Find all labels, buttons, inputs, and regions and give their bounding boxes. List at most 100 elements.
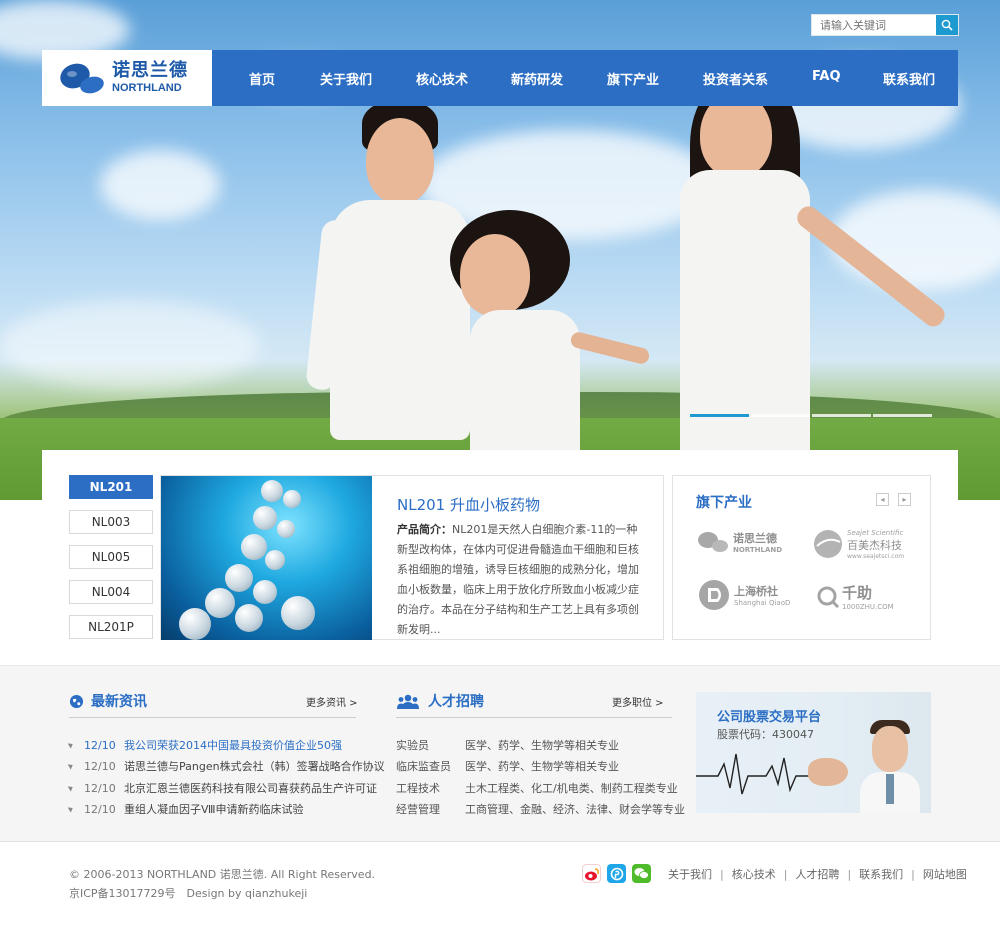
slider-dot-2[interactable]	[751, 414, 810, 417]
search-button[interactable]	[936, 15, 958, 35]
job-requirement: 工商管理、金融、经济、法律、财会学等专业	[465, 803, 685, 816]
pengyou-icon	[610, 867, 623, 880]
footer-link-careers[interactable]: 人才招聘	[795, 868, 839, 881]
news-item[interactable]: 12/10 重组人凝血因子Ⅷ申请新药临床试验	[67, 801, 304, 817]
brand-qianzhu-cn: 千助	[842, 584, 873, 602]
search-box	[811, 14, 959, 36]
slider-indicators	[690, 414, 932, 417]
tab-nl004[interactable]: NL004	[69, 580, 153, 604]
brands-next-button[interactable]: ▸	[898, 493, 911, 506]
tab-nl005[interactable]: NL005	[69, 545, 153, 569]
news-item[interactable]: 12/10 诺思兰德与Pangen株式会社（韩）签署战略合作协议	[67, 758, 385, 774]
slider-dot-3[interactable]	[812, 414, 871, 417]
job-requirement: 医学、药学、生物学等相关专业	[465, 739, 619, 752]
site-logo[interactable]: 诺思兰德 NORTHLAND	[42, 50, 212, 106]
bullet-icon	[67, 784, 75, 792]
nav-home[interactable]: 首页	[249, 69, 275, 88]
news-text[interactable]: 诺思兰德与Pangen株式会社（韩）签署战略合作协议	[124, 758, 385, 774]
brand-seajet-cn: 百美杰科技	[847, 538, 902, 552]
stock-title: 公司股票交易平台	[717, 710, 822, 725]
businessman-photo	[860, 720, 920, 813]
news-date: 12/10	[84, 738, 116, 752]
feature-description: 产品简介：NL201是天然人白细胞介素-11的一种新型改构体，在体内可促进骨髓造…	[397, 520, 647, 640]
woman-figure	[640, 70, 980, 470]
jobs-section-title: 人才招聘	[397, 691, 484, 711]
brand-northland[interactable]: 诺思兰德 NORTHLAND	[696, 530, 782, 554]
footer-link-sitemap[interactable]: 网站地图	[923, 868, 967, 881]
slider-dot-1[interactable]	[690, 414, 749, 417]
job-role: 工程技术	[396, 782, 440, 795]
news-more-link[interactable]: 更多资讯 >	[306, 694, 358, 709]
brands-panel: 旗下产业 ◂ ▸ 诺思兰德 NORTHLAND Seajet Scientifi…	[672, 475, 931, 640]
news-text[interactable]: 重组人凝血因子Ⅷ申请新药临床试验	[124, 801, 304, 817]
brands-prev-button[interactable]: ◂	[876, 493, 889, 506]
bullet-icon	[67, 762, 75, 770]
pengyou-button[interactable]	[607, 864, 626, 883]
news-text[interactable]: 北京汇恩兰德医药科技有限公司喜获药品生产许可证	[124, 780, 377, 796]
copyright-text: © 2006-2013 NORTHLAND 诺思兰德. All Right Re…	[69, 868, 376, 881]
dna-image[interactable]	[161, 476, 372, 640]
news-item[interactable]: 12/10 北京汇恩兰德医药科技有限公司喜获药品生产许可证	[67, 780, 377, 796]
wechat-icon	[634, 868, 649, 879]
qiaoshe-logo-icon	[699, 580, 729, 610]
child-figure	[440, 210, 660, 470]
brand-seajet-url: www.seajetsci.com	[847, 552, 905, 560]
main-nav: 首页 关于我们 核心技术 新药研发 旗下产业 投资者关系 FAQ 联系我们	[212, 50, 958, 106]
tab-nl201p[interactable]: NL201P	[69, 615, 153, 639]
nav-faq[interactable]: FAQ	[812, 69, 841, 84]
people-icon	[397, 694, 419, 709]
feature-desc-text: NL201是天然人白细胞介素-11的一种新型改构体，在体内可促进骨髓造血干细胞和…	[397, 523, 639, 636]
news-date: 12/10	[84, 781, 116, 795]
search-icon	[941, 19, 953, 31]
stock-platform-banner[interactable]: 公司股票交易平台 股票代码：430047	[696, 692, 931, 813]
nav-technology[interactable]: 核心技术	[416, 69, 468, 88]
feature-title[interactable]: NL201 升血小板药物	[397, 494, 540, 515]
icp-text: 京ICP备13017729号 Design by qianzhukeji	[69, 887, 308, 900]
jobs-title: 人才招聘	[428, 694, 484, 710]
nav-industries[interactable]: 旗下产业	[607, 69, 659, 88]
jobs-divider	[396, 717, 672, 718]
news-item[interactable]: 12/10 我公司荣获2014中国最具投资价值企业50强	[67, 737, 342, 753]
logo-en-text: NORTHLAND	[112, 82, 182, 94]
job-role: 实验员	[396, 739, 429, 752]
nav-investors[interactable]: 投资者关系	[703, 69, 768, 88]
job-row[interactable]: 实验员 医学、药学、生物学等相关专业	[396, 737, 619, 753]
job-row[interactable]: 工程技术 土木工程类、化工/机电类、制药工程类专业	[396, 780, 678, 796]
job-row[interactable]: 临床监查员 医学、药学、生物学等相关专业	[396, 758, 619, 774]
footer-link-contact[interactable]: 联系我们	[859, 868, 903, 881]
footer-link-about[interactable]: 关于我们	[668, 868, 712, 881]
brand-northland-en: NORTHLAND	[733, 546, 783, 554]
brand-seajet-en: Seajet Scientific	[847, 528, 904, 537]
search-input[interactable]	[812, 15, 936, 35]
bullet-icon	[67, 741, 75, 749]
weibo-icon	[584, 867, 599, 880]
news-text[interactable]: 我公司荣获2014中国最具投资价值企业50强	[124, 737, 342, 753]
job-row[interactable]: 经营管理 工商管理、金融、经济、法律、财会学等专业	[396, 801, 685, 817]
feature-desc-label: 产品简介：	[397, 523, 452, 536]
news-divider	[69, 717, 356, 718]
brand-qianzhu[interactable]: 千助 1000ZHU.COM	[816, 582, 894, 611]
bullet-icon	[67, 805, 75, 813]
jobs-more-link[interactable]: 更多职位 >	[612, 694, 664, 709]
slider-dot-4[interactable]	[873, 414, 932, 417]
brand-qiaoshe-en: Shanghai QiaoD	[734, 599, 791, 607]
tab-nl003[interactable]: NL003	[69, 510, 153, 534]
tab-nl201[interactable]: NL201	[69, 475, 153, 499]
product-tabs: NL201 NL003 NL005 NL004 NL201P	[69, 475, 153, 650]
brand-seajet[interactable]: Seajet Scientific 百美杰科技 www.seajetsci.co…	[812, 528, 904, 560]
logo-mark	[58, 59, 106, 97]
qianzhu-logo-icon	[817, 586, 840, 608]
footer-link-tech[interactable]: 核心技术	[732, 868, 776, 881]
job-role: 经营管理	[396, 803, 440, 816]
nav-rnd[interactable]: 新药研发	[511, 69, 563, 88]
seajet-logo-icon	[814, 530, 842, 558]
brand-qiaoshe[interactable]: 上海桥社 Shanghai QiaoD	[698, 579, 790, 611]
news-title: 最新资讯	[91, 694, 147, 710]
logo-cn-text: 诺思兰德	[112, 60, 188, 81]
weibo-button[interactable]	[582, 864, 601, 883]
nav-contact[interactable]: 联系我们	[883, 69, 935, 88]
nav-about[interactable]: 关于我们	[320, 69, 372, 88]
brand-qianzhu-en: 1000ZHU.COM	[842, 603, 894, 611]
wechat-button[interactable]	[632, 864, 651, 883]
stock-code: 股票代码：430047	[717, 728, 814, 741]
